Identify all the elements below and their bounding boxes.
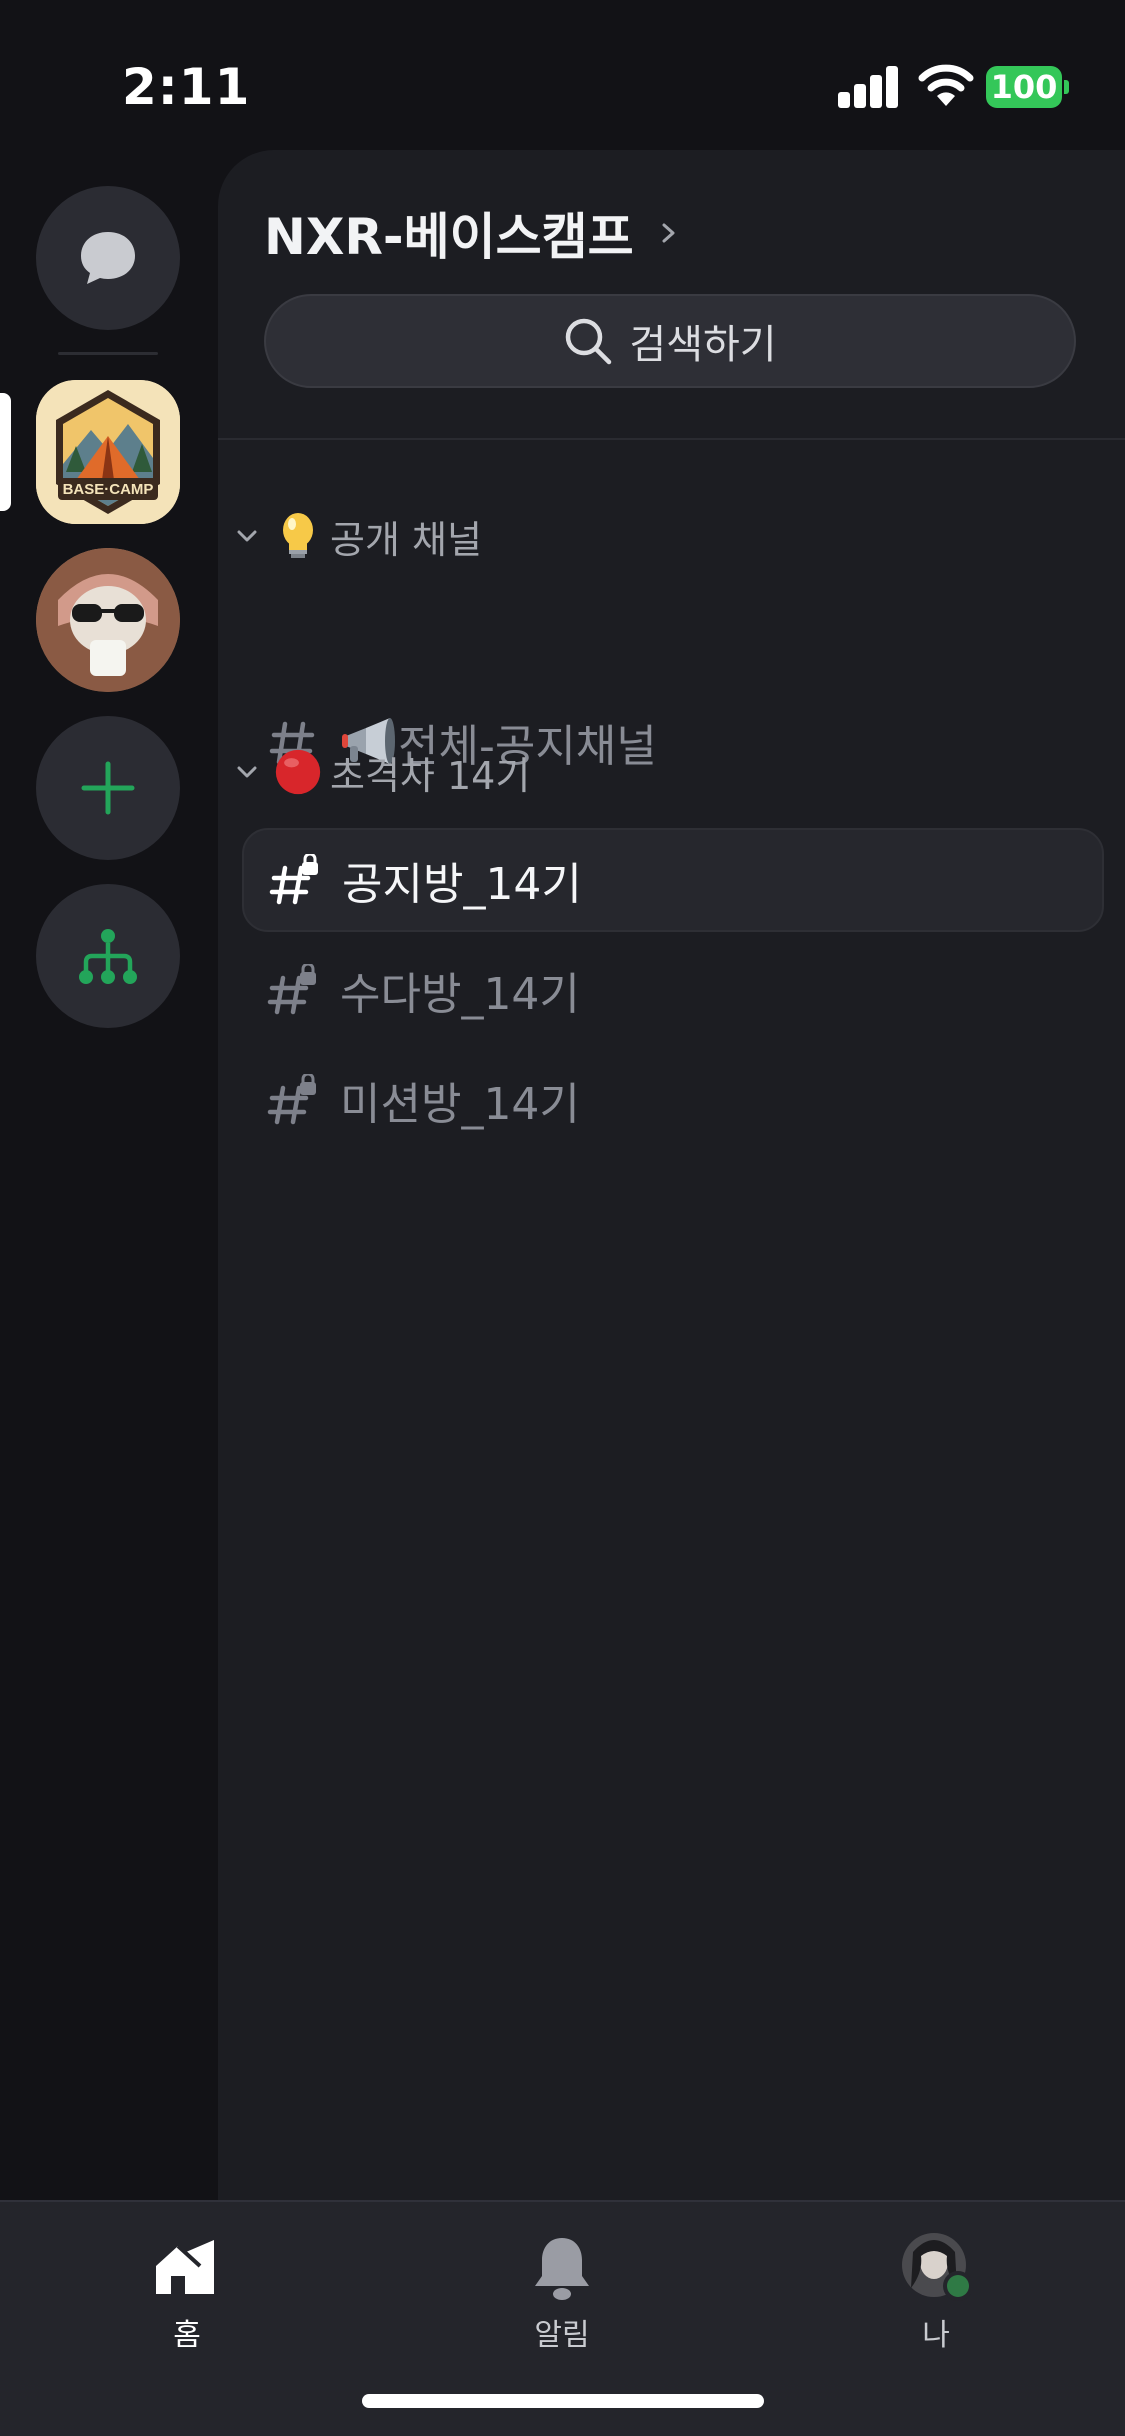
- wifi-icon: [918, 64, 974, 106]
- tab-notifications[interactable]: 알림: [462, 2232, 662, 2354]
- category-public[interactable]: 공개 채널: [234, 506, 482, 566]
- channel-notice-14[interactable]: 공지방_14기: [242, 828, 1104, 932]
- chevron-right-icon: [662, 223, 675, 243]
- battery-indicator: 100: [986, 66, 1069, 108]
- basecamp-tent-logo: BASE·CAMP: [36, 380, 180, 524]
- chevron-down-icon: [237, 766, 257, 778]
- add-server-button[interactable]: [36, 716, 180, 860]
- channel-panel: NXR-베이스캠프 검색하기 공개 채널 전체-공지채널 초격차 14기 공지방…: [218, 150, 1125, 2200]
- home-indicator[interactable]: [362, 2394, 764, 2408]
- battery-cap: [1064, 80, 1069, 94]
- direct-messages-button[interactable]: [36, 186, 180, 330]
- channel-label: 수다방_14기: [340, 969, 580, 1020]
- tab-profile[interactable]: 나: [836, 2232, 1036, 2354]
- profile-avatar-icon: [902, 2233, 971, 2301]
- search-icon: [566, 318, 612, 365]
- server-header[interactable]: NXR-베이스캠프: [264, 200, 680, 266]
- chat-bubble-icon: [81, 232, 135, 284]
- server-cat-avatar[interactable]: [36, 548, 180, 692]
- server-basecamp[interactable]: BASE·CAMP: [36, 380, 180, 524]
- search-button[interactable]: 검색하기: [264, 294, 1076, 388]
- home-icon: [156, 2240, 214, 2294]
- channel-label: 미션방_14기: [340, 1079, 580, 1130]
- category-label: 초격차 14기: [330, 753, 531, 798]
- hub-tree-icon: [79, 929, 137, 984]
- red-circle-icon: [275, 749, 321, 795]
- tab-label: 알림: [534, 2318, 590, 2353]
- category-label: 공개 채널: [330, 517, 482, 562]
- locked-channel-icon: [267, 1074, 316, 1125]
- plus-icon: [81, 761, 135, 815]
- selected-server-pill: [0, 393, 11, 511]
- category-cohort-14[interactable]: 초격차 14기: [234, 742, 530, 802]
- chevron-down-icon: [237, 530, 257, 542]
- rail-divider: [58, 352, 158, 355]
- tab-label: 나: [922, 2318, 950, 2353]
- status-bar: 2:11 100: [0, 0, 1125, 150]
- tab-home[interactable]: 홈: [87, 2232, 287, 2354]
- light-bulb-icon: [283, 513, 313, 558]
- locked-channel-icon: [269, 854, 318, 905]
- battery-level: 100: [986, 66, 1062, 108]
- tab-label: 홈: [173, 2318, 201, 2353]
- app-screen: 2:11 100 BASE·CAMP NXR-베이스캠프 검색하기 공개 채널 …: [0, 0, 1125, 2436]
- cat-sunglasses-avatar: [36, 548, 180, 692]
- channel-mission-14[interactable]: 미션방_14기: [242, 1048, 1104, 1152]
- channel-label: 공지방_14기: [342, 859, 582, 910]
- discover-button[interactable]: [36, 884, 180, 1028]
- search-label: 검색하기: [629, 322, 777, 368]
- channel-chat-14[interactable]: 수다방_14기: [242, 938, 1104, 1042]
- svg-text:BASE·CAMP: BASE·CAMP: [63, 481, 154, 498]
- server-name: NXR-베이스캠프: [264, 208, 634, 266]
- server-rail: BASE·CAMP: [0, 150, 218, 2200]
- locked-channel-icon: [267, 964, 316, 1015]
- bell-icon: [535, 2238, 589, 2300]
- status-time: 2:11: [122, 58, 251, 116]
- panel-divider: [218, 438, 1125, 440]
- cellular-signal-icon: [838, 66, 900, 108]
